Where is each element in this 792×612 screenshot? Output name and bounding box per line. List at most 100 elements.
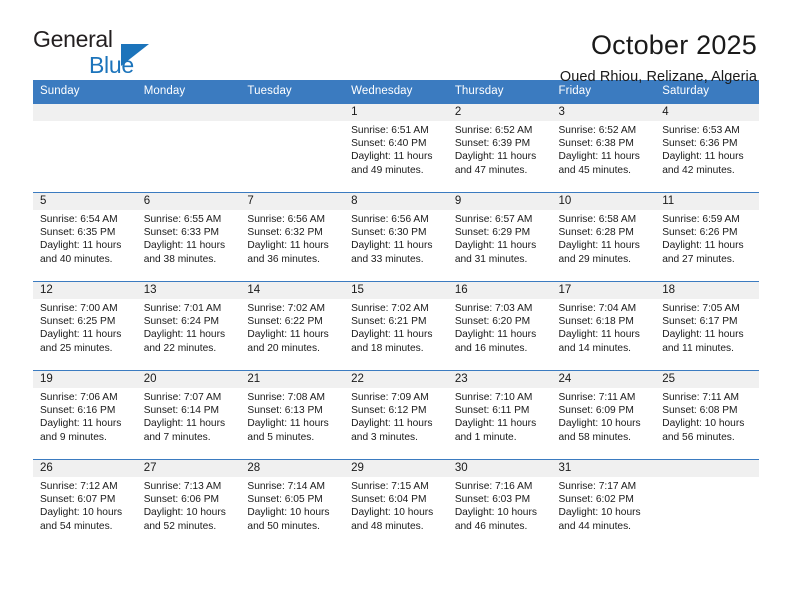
calendar-day-cell[interactable]: 19 Sunrise: 7:06 AM Sunset: 6:16 PM Dayligh…: [33, 370, 137, 460]
calendar-day-cell[interactable]: 9 Sunrise: 6:57 AM Sunset: 6:29 PM Daylight…: [447, 192, 552, 282]
day-details: Sunrise: 7:11 AM Sunset: 6:09 PM Daylight:…: [552, 388, 656, 444]
sunset-time: Sunset: 6:35 PM: [40, 227, 116, 239]
calendar-day-cell[interactable]: 10 Sunrise: 6:58 AM Sunset: 6:28 PM Dayligh…: [551, 192, 656, 282]
calendar-day-cell[interactable]: 2 Sunrise: 6:52 AM Sunset: 6:39 PM Daylight…: [447, 103, 552, 193]
sunrise-time: Sunrise: 7:09 AM: [351, 392, 429, 403]
day-number: 20: [136, 371, 241, 388]
day-number: 2: [447, 104, 552, 121]
sunset-time: Sunset: 6:04 PM: [351, 494, 427, 506]
day-number: 21: [240, 371, 345, 388]
day-number: 17: [551, 282, 656, 299]
day-details: Sunrise: 7:01 AM Sunset: 6:24 PM Daylight:…: [137, 299, 241, 355]
day-number: 10: [551, 193, 656, 210]
sunrise-time: Sunrise: 7:13 AM: [143, 481, 222, 492]
sunrise-time: Sunrise: 6:53 AM: [662, 125, 740, 136]
calendar-day-cell[interactable]: 28 Sunrise: 7:14 AM Sunset: 6:05 PM Dayligh…: [240, 459, 345, 549]
calendar-day-cell[interactable]: 23 Sunrise: 7:10 AM Sunset: 6:11 PM Dayligh…: [447, 370, 552, 460]
calendar-day-cell[interactable]: 17 Sunrise: 7:04 AM Sunset: 6:18 PM Dayligh…: [551, 281, 656, 371]
sunrise-time: Sunrise: 7:01 AM: [143, 303, 222, 314]
day-number: 3: [551, 104, 656, 121]
sunset-time: Sunset: 6:13 PM: [247, 405, 323, 417]
calendar-day-cell[interactable]: 4 Sunrise: 6:53 AM Sunset: 6:36 PM Daylight…: [655, 103, 759, 193]
sunrise-time: Sunrise: 7:02 AM: [351, 303, 429, 314]
title-block: October 2025 Oued Rhiou, Relizane, Alger…: [560, 28, 757, 85]
calendar-day-cell[interactable]: 14 Sunrise: 7:02 AM Sunset: 6:22 PM Dayligh…: [240, 281, 345, 371]
calendar-day-cell-empty: [655, 459, 759, 549]
calendar-day-cell[interactable]: 7 Sunrise: 6:56 AM Sunset: 6:32 PM Daylight…: [240, 192, 345, 282]
sunrise-time: Sunrise: 7:05 AM: [662, 303, 740, 314]
calendar-day-cell[interactable]: 18 Sunrise: 7:05 AM Sunset: 6:17 PM Dayligh…: [655, 281, 759, 371]
generalblue-logo[interactable]: General Blue: [33, 28, 165, 80]
calendar-day-cell[interactable]: 11 Sunrise: 6:59 AM Sunset: 6:26 PM Dayligh…: [655, 192, 759, 282]
daylight-duration-line2: and 11 minutes.: [662, 342, 734, 354]
calendar-day-cell[interactable]: 20 Sunrise: 7:07 AM Sunset: 6:14 PM Dayligh…: [136, 370, 241, 460]
calendar-day-cell[interactable]: 1 Sunrise: 6:51 AM Sunset: 6:40 PM Daylight…: [344, 103, 448, 193]
sunset-time: Sunset: 6:26 PM: [662, 227, 738, 239]
day-details: Sunrise: 7:04 AM Sunset: 6:18 PM Daylight:…: [552, 299, 656, 355]
daylight-duration-line2: and 3 minutes.: [351, 431, 418, 443]
calendar-day-cell[interactable]: 26 Sunrise: 7:12 AM Sunset: 6:07 PM Dayligh…: [33, 459, 137, 549]
calendar-week-row: 19 Sunrise: 7:06 AM Sunset: 6:16 PM Dayligh…: [33, 370, 759, 460]
day-number: 12: [33, 282, 137, 299]
calendar-day-cell[interactable]: 22 Sunrise: 7:09 AM Sunset: 6:12 PM Dayligh…: [344, 370, 448, 460]
calendar-day-cell[interactable]: 13 Sunrise: 7:01 AM Sunset: 6:24 PM Dayligh…: [136, 281, 241, 371]
weekday-header-tuesday: Tuesday: [240, 80, 345, 104]
daylight-duration-line1: Daylight: 11 hours: [143, 329, 226, 341]
day-details: Sunrise: 7:16 AM Sunset: 6:03 PM Daylight:…: [448, 477, 552, 533]
daylight-duration-line1: Daylight: 10 hours: [143, 507, 226, 519]
day-number: [655, 460, 759, 477]
day-details: Sunrise: 6:55 AM Sunset: 6:33 PM Daylight:…: [137, 210, 241, 266]
day-details: Sunrise: 7:10 AM Sunset: 6:11 PM Daylight:…: [448, 388, 552, 444]
calendar-day-cell[interactable]: 6 Sunrise: 6:55 AM Sunset: 6:33 PM Daylight…: [136, 192, 241, 282]
calendar-day-cell[interactable]: 30 Sunrise: 7:16 AM Sunset: 6:03 PM Dayligh…: [447, 459, 552, 549]
calendar-day-cell[interactable]: 21 Sunrise: 7:08 AM Sunset: 6:13 PM Dayligh…: [240, 370, 345, 460]
daylight-duration-line1: Daylight: 11 hours: [454, 418, 537, 430]
sunrise-time: Sunrise: 7:10 AM: [454, 392, 533, 403]
calendar-day-cell[interactable]: 5 Sunrise: 6:54 AM Sunset: 6:35 PM Daylight…: [33, 192, 137, 282]
day-details: Sunrise: 6:52 AM Sunset: 6:38 PM Daylight:…: [552, 121, 656, 177]
sunset-time: Sunset: 6:28 PM: [558, 227, 634, 239]
day-number: 9: [447, 193, 552, 210]
calendar-day-cell[interactable]: 24 Sunrise: 7:11 AM Sunset: 6:09 PM Dayligh…: [551, 370, 656, 460]
calendar-day-cell[interactable]: 29 Sunrise: 7:15 AM Sunset: 6:04 PM Dayligh…: [344, 459, 448, 549]
page-header: General Blue October 2025 Oued Rhiou, Re…: [0, 0, 792, 86]
daylight-duration-line1: Daylight: 11 hours: [247, 240, 329, 252]
calendar-day-cell[interactable]: 3 Sunrise: 6:52 AM Sunset: 6:38 PM Daylight…: [551, 103, 656, 193]
calendar-day-cell-empty: [136, 103, 241, 193]
calendar-day-cell[interactable]: 8 Sunrise: 6:56 AM Sunset: 6:30 PM Daylight…: [344, 192, 448, 282]
daylight-duration-line2: and 33 minutes.: [351, 253, 424, 265]
day-number: 22: [344, 371, 448, 388]
day-details: Sunrise: 6:53 AM Sunset: 6:36 PM Daylight:…: [655, 121, 759, 177]
sunrise-time: Sunrise: 6:55 AM: [143, 214, 222, 225]
daylight-duration-line1: Daylight: 10 hours: [40, 507, 123, 519]
calendar-day-cell[interactable]: 27 Sunrise: 7:13 AM Sunset: 6:06 PM Dayligh…: [136, 459, 241, 549]
calendar-day-cell[interactable]: 12 Sunrise: 7:00 AM Sunset: 6:25 PM Dayligh…: [33, 281, 137, 371]
calendar-day-cell[interactable]: 16 Sunrise: 7:03 AM Sunset: 6:20 PM Dayligh…: [447, 281, 552, 371]
daylight-duration-line1: Daylight: 11 hours: [351, 418, 433, 430]
sunrise-sunset-calendar: Sunday Monday Tuesday Wednesday Thursday…: [33, 80, 759, 549]
calendar-day-cell[interactable]: 15 Sunrise: 7:02 AM Sunset: 6:21 PM Dayligh…: [344, 281, 448, 371]
calendar-day-cell[interactable]: 31 Sunrise: 7:17 AM Sunset: 6:02 PM Dayligh…: [551, 459, 656, 549]
sunset-time: Sunset: 6:38 PM: [558, 138, 634, 150]
sunrise-time: Sunrise: 6:58 AM: [558, 214, 637, 225]
sunset-time: Sunset: 6:40 PM: [351, 138, 427, 150]
day-details: Sunrise: 7:08 AM Sunset: 6:13 PM Daylight:…: [240, 388, 344, 444]
day-number: 4: [655, 104, 759, 121]
daylight-duration-line1: Daylight: 11 hours: [558, 151, 640, 163]
daylight-duration-line1: Daylight: 11 hours: [351, 329, 433, 341]
daylight-duration-line1: Daylight: 10 hours: [454, 507, 537, 519]
sunset-time: Sunset: 6:32 PM: [247, 227, 323, 239]
daylight-duration-line2: and 14 minutes.: [558, 342, 632, 354]
day-details: Sunrise: 7:02 AM Sunset: 6:22 PM Daylight:…: [240, 299, 344, 355]
day-number: 11: [655, 193, 759, 210]
day-number: 25: [655, 371, 759, 388]
daylight-duration-line1: Daylight: 11 hours: [40, 329, 122, 341]
calendar-day-cell[interactable]: 25 Sunrise: 7:11 AM Sunset: 6:08 PM Dayligh…: [655, 370, 759, 460]
sunrise-time: Sunrise: 7:00 AM: [40, 303, 118, 314]
day-number: 31: [551, 460, 656, 477]
daylight-duration-line1: Daylight: 11 hours: [351, 240, 433, 252]
day-number: 18: [655, 282, 759, 299]
day-details: Sunrise: 6:54 AM Sunset: 6:35 PM Daylight:…: [33, 210, 137, 266]
day-details: Sunrise: 6:56 AM Sunset: 6:32 PM Daylight:…: [240, 210, 344, 266]
sunset-time: Sunset: 6:21 PM: [351, 316, 427, 328]
